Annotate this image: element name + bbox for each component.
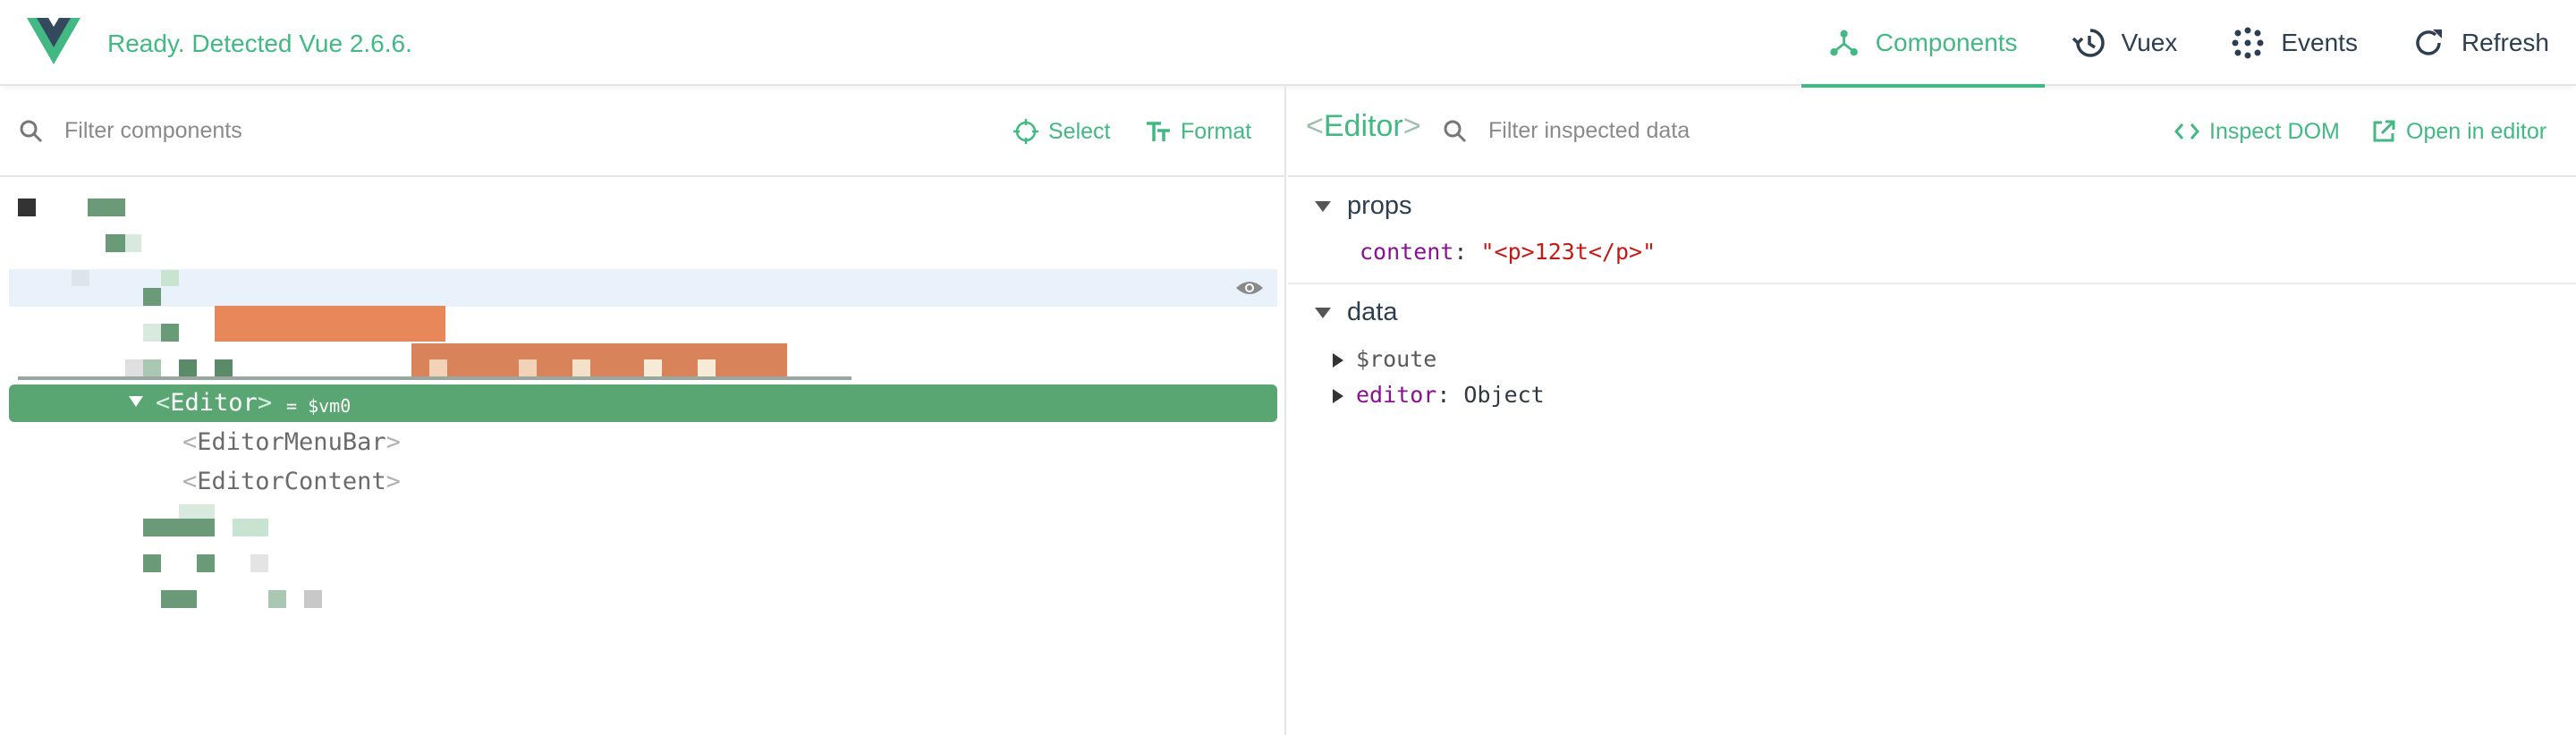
inspect-dom-button[interactable]: Inspect DOM: [2174, 118, 2340, 145]
tab-vuex[interactable]: Vuex: [2045, 0, 2205, 86]
obscured-node: [215, 306, 445, 342]
format-button[interactable]: Format: [1145, 118, 1251, 145]
prop-key: content: [1360, 239, 1454, 265]
obscured-node: [644, 359, 662, 377]
data-key-route: $route: [1356, 346, 1437, 372]
obscured-node: [179, 504, 215, 519]
filter-inspected-data-input[interactable]: [1488, 114, 2025, 147]
data-route-row[interactable]: $route: [1333, 346, 1436, 372]
caret-down-icon: [1315, 307, 1331, 318]
props-title: props: [1347, 191, 1412, 220]
obscured-node: [429, 359, 447, 377]
obscured-node: [143, 288, 161, 306]
inspector-toolbar: <Editor> Inspect DOM Open in editor: [1288, 86, 2576, 177]
obscured-node: [161, 270, 179, 286]
tree-row-editormenubar[interactable]: <EditorMenuBar>: [9, 424, 1277, 461]
caret-right-icon[interactable]: [1333, 353, 1343, 368]
data-editor-row[interactable]: editor: Object: [1333, 382, 1545, 408]
obscured-node: [161, 590, 197, 608]
obscured-node: [179, 359, 197, 377]
prop-value: "<p>123t</p>": [1480, 239, 1657, 265]
props-section-toggle[interactable]: props: [1315, 191, 1412, 221]
eye-icon[interactable]: [1234, 278, 1265, 298]
data-title: data: [1347, 298, 1398, 326]
collapse-triangle-icon[interactable]: [129, 396, 143, 407]
section-divider: [1288, 283, 2576, 284]
main-nav: Components Vuex Events Refresh: [1801, 0, 2576, 88]
code-icon: [2174, 123, 2199, 139]
crosshair-icon: [1013, 119, 1038, 144]
status-text: Ready. Detected Vue 2.6.6.: [107, 30, 412, 57]
vue-logo-icon: [27, 18, 80, 64]
obscured-node: [304, 590, 322, 608]
component-tree: <Editor> = $vm0 <EditorMenuBar> <EditorC…: [0, 177, 1284, 735]
editorcontent-tag: <EditorContent>: [182, 468, 401, 495]
obscured-node: [143, 519, 215, 536]
editormenubar-tag: <EditorMenuBar>: [182, 428, 401, 456]
obscured-node: [698, 359, 716, 377]
text-format-icon: [1147, 122, 1170, 141]
open-external-icon: [2373, 120, 2395, 142]
editor-tag: <Editor>: [156, 389, 273, 417]
history-icon: [2072, 29, 2105, 57]
refresh-button[interactable]: Refresh: [2385, 0, 2576, 86]
tab-events[interactable]: Events: [2204, 0, 2385, 86]
components-toolbar: Select Format: [0, 86, 1284, 177]
obscured-node: [250, 554, 268, 572]
obscured-node: [143, 324, 161, 342]
refresh-label: Refresh: [2461, 29, 2549, 56]
tree-row-editor[interactable]: <Editor> = $vm0: [9, 384, 1277, 422]
obscured-node: [519, 359, 537, 377]
obscured-node: [215, 359, 233, 377]
tree-row-editorcontent[interactable]: <EditorContent>: [9, 463, 1277, 501]
data-value-editor: Object: [1463, 382, 1545, 408]
inspector-pane: <Editor> Inspect DOM Open in editor prop…: [1288, 86, 2576, 735]
open-in-editor-label: Open in editor: [2406, 118, 2547, 144]
obscured-node: [233, 519, 268, 536]
caret-down-icon: [1315, 200, 1331, 212]
refresh-icon: [2416, 30, 2442, 55]
inspect-dom-label: Inspect DOM: [2209, 118, 2340, 144]
search-icon: [1444, 120, 1467, 143]
components-icon: [1829, 30, 1858, 56]
data-section-toggle[interactable]: data: [1315, 298, 1397, 327]
open-in-editor-button[interactable]: Open in editor: [2370, 118, 2546, 145]
obscured-node: [197, 554, 215, 572]
obscured-node: [106, 234, 125, 252]
tab-events-label: Events: [2281, 29, 2358, 56]
obscured-node: [125, 234, 141, 252]
tab-components[interactable]: Components: [1801, 0, 2045, 88]
obscured-node: [18, 376, 852, 380]
events-icon: [2232, 27, 2264, 59]
tab-components-label: Components: [1875, 29, 2018, 56]
obscured-node: [125, 359, 143, 377]
top-bar: Ready. Detected Vue 2.6.6. Components Vu…: [0, 0, 2576, 88]
select-button[interactable]: Select: [1013, 118, 1110, 145]
filter-components-input[interactable]: [64, 114, 869, 147]
obscured-node: [572, 359, 590, 377]
format-label: Format: [1181, 118, 1252, 144]
tree-row-hovered[interactable]: [9, 269, 1277, 307]
obscured-node: [18, 199, 36, 216]
select-label: Select: [1048, 118, 1111, 144]
obscured-node: [411, 343, 787, 377]
obscured-node: [161, 324, 179, 342]
tab-vuex-label: Vuex: [2121, 29, 2178, 56]
components-pane: Select Format: [0, 86, 1286, 735]
obscured-node: [143, 554, 161, 572]
obscured-node: [143, 359, 161, 377]
data-key-editor: editor: [1356, 382, 1437, 408]
obscured-node: [72, 270, 89, 286]
obscured-node: [88, 199, 125, 216]
caret-right-icon[interactable]: [1333, 389, 1343, 403]
prop-content-row[interactable]: content: "<p>123t</p>": [1360, 239, 1656, 265]
search-icon: [20, 120, 43, 143]
inspected-component-name: <Editor>: [1306, 109, 1421, 143]
vm-ref: = $vm0: [286, 395, 352, 417]
obscured-node: [268, 590, 286, 608]
